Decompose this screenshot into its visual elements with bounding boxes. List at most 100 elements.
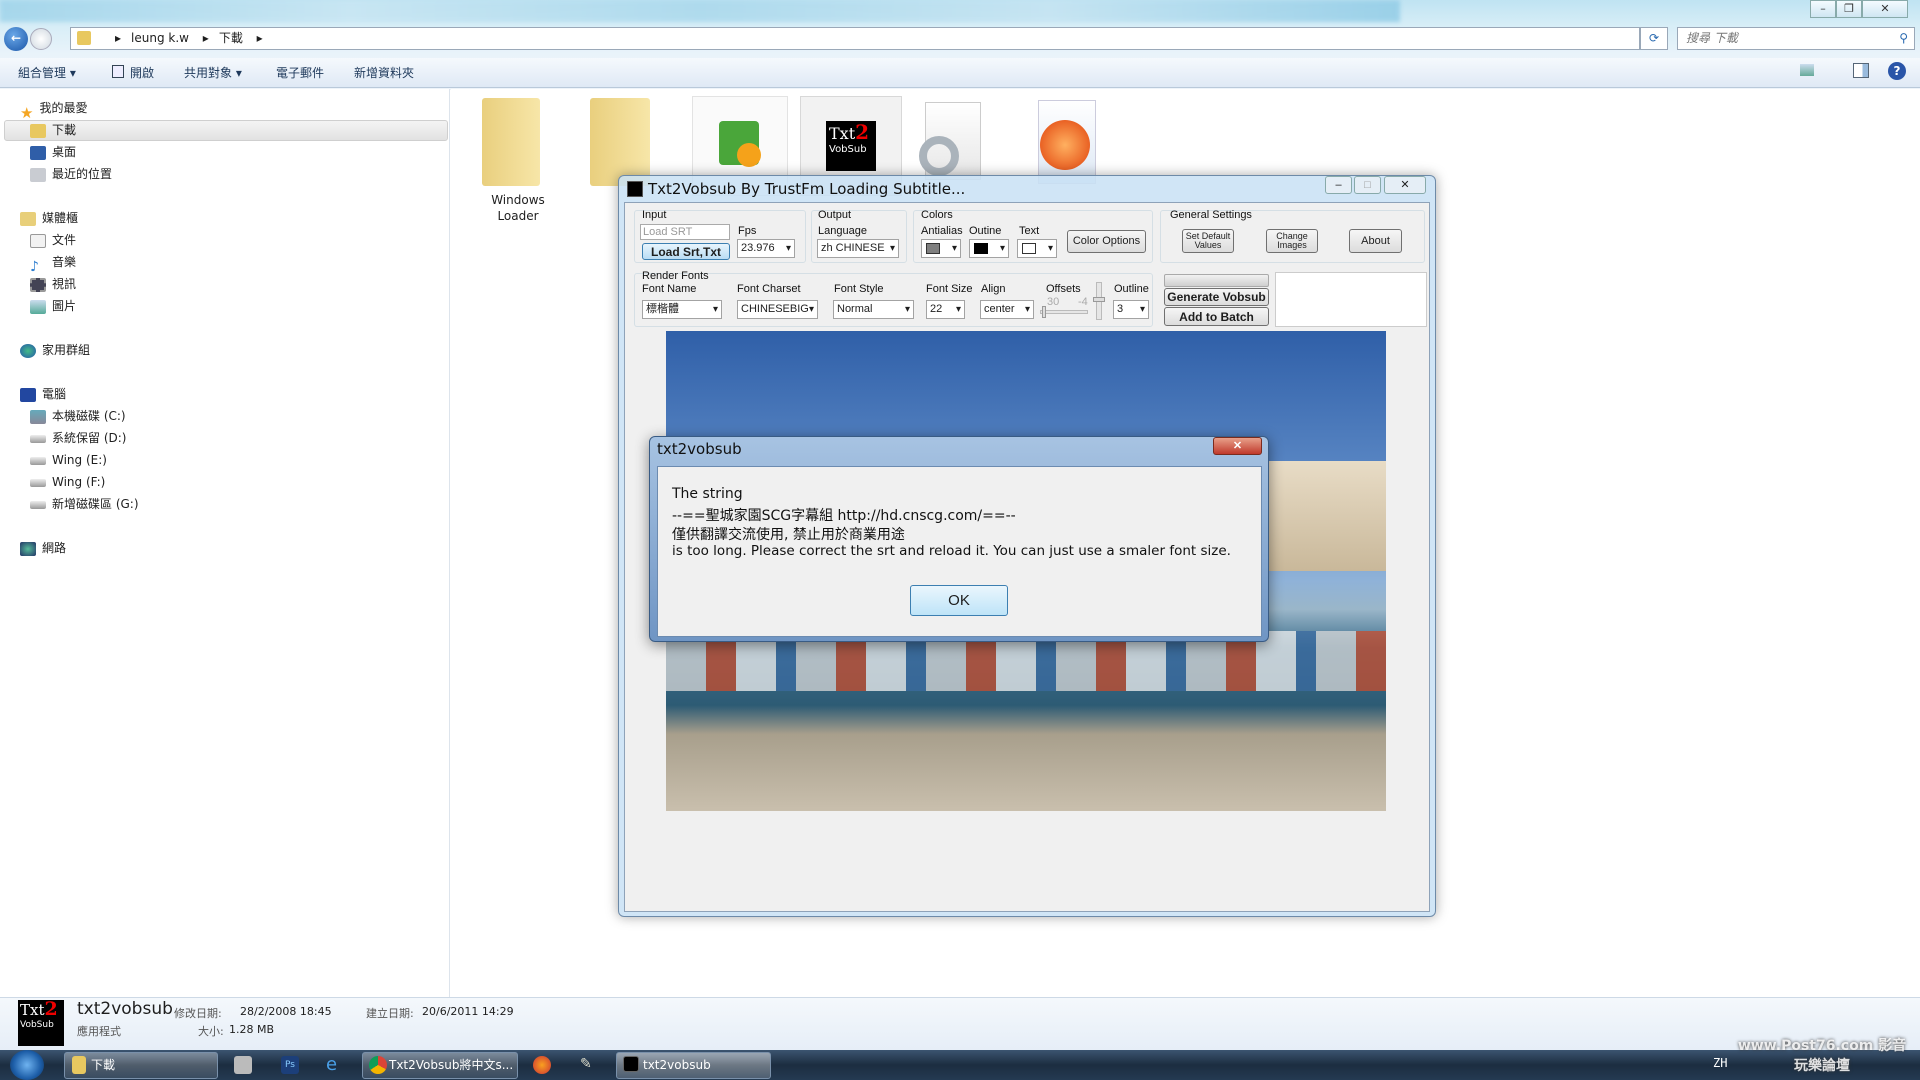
help-icon[interactable]: ? — [1888, 62, 1906, 80]
sidebar-drive-g[interactable]: 新增磁碟區 (G:) — [30, 493, 139, 515]
sidebar-drive-f[interactable]: Wing (F:) — [30, 471, 105, 493]
sidebar-item-desktop[interactable]: 桌面 — [30, 141, 76, 163]
label: 音樂 — [52, 255, 77, 269]
sidebar-drive-c[interactable]: 本機磁碟 (C:) — [30, 405, 126, 427]
restore-button[interactable]: ❐ — [1836, 0, 1862, 18]
label: 下載 — [52, 123, 77, 137]
sidebar-homegroup[interactable]: 家用群組 — [20, 339, 90, 361]
file-item-windows-loader[interactable] — [478, 96, 558, 196]
set-default-values-button[interactable]: Set Default Values — [1182, 229, 1234, 253]
txt2vobsub-logo-icon: Txt2 VobSub — [18, 1000, 64, 1046]
breadcrumb-downloads[interactable]: 下載 — [219, 31, 243, 45]
dialog-ok-button[interactable]: OK — [910, 585, 1008, 616]
offset-y-slider[interactable] — [1093, 282, 1105, 320]
sidebar-drive-d[interactable]: 系統保留 (D:) — [30, 427, 126, 449]
language-indicator[interactable]: ZH — [1713, 1056, 1727, 1070]
webcam-icon[interactable] — [234, 1056, 252, 1074]
photoshop-icon[interactable]: Ps — [281, 1056, 299, 1074]
generate-vobsub-button[interactable]: Generate Vobsub — [1164, 288, 1269, 306]
text-color-picker[interactable] — [1017, 239, 1057, 258]
label: 家用群組 — [42, 343, 91, 357]
antialias-swatch — [926, 243, 940, 254]
sidebar-item-pictures[interactable]: 圖片 — [30, 295, 76, 317]
app-icon — [627, 181, 643, 197]
breadcrumb-sep: ▸ — [115, 31, 122, 45]
outline-color-picker[interactable] — [969, 239, 1009, 258]
app-close-button[interactable]: ✕ — [1384, 176, 1426, 194]
organize-menu[interactable]: 組合管理 ▾ — [18, 64, 76, 81]
refresh-button[interactable]: ⟳ — [1640, 27, 1668, 50]
back-button[interactable]: ← — [4, 27, 28, 51]
load-srt-button[interactable]: Load Srt,Txt — [642, 243, 730, 260]
font-name-select[interactable]: 標楷體 — [642, 300, 722, 319]
internet-explorer-icon[interactable]: e — [326, 1056, 344, 1074]
outline-width-select[interactable]: 3 — [1113, 300, 1149, 319]
placeholder: Load SRT — [643, 226, 693, 238]
start-button[interactable] — [10, 1050, 44, 1080]
sidebar-libraries[interactable]: 媒體櫃 — [20, 207, 78, 229]
label: Wing (F:) — [52, 475, 106, 489]
close-button[interactable]: ✕ — [1862, 0, 1908, 18]
label: 視訊 — [52, 277, 77, 291]
open-button[interactable]: 開啟 — [130, 64, 154, 81]
firefox-icon[interactable] — [533, 1056, 551, 1074]
network-icon — [20, 541, 36, 556]
offset-x-slider[interactable] — [1040, 306, 1088, 318]
font-style-select[interactable]: Normal — [833, 300, 914, 319]
app-title: Txt2Vobsub By TrustFm Loading Subtitle..… — [648, 180, 966, 198]
taskbar-explorer[interactable]: 下載 — [64, 1052, 218, 1079]
change-images-button[interactable]: Change Images — [1266, 229, 1318, 253]
slider-thumb[interactable] — [1042, 306, 1046, 318]
align-select[interactable]: center — [980, 300, 1034, 319]
dialog-close-button[interactable]: ✕ — [1213, 437, 1262, 455]
share-menu[interactable]: 共用對象 ▾ — [184, 64, 242, 81]
label: 下載 — [91, 1058, 116, 1072]
label: 文件 — [52, 233, 77, 247]
folder-icon — [72, 1056, 86, 1074]
app-bird-icon[interactable]: ✎ — [580, 1056, 598, 1074]
dialog-message-line: --==聖城家園SCG字幕組 http://hd.cnscg.com/==-- — [672, 508, 1016, 524]
email-button[interactable]: 電子郵件 — [276, 64, 324, 81]
sidebar-item-recent[interactable]: 最近的位置 — [30, 163, 112, 185]
language-label: Language — [818, 225, 867, 237]
taskbar-txt2vobsub[interactable]: txt2vobsub — [616, 1052, 771, 1079]
details-type: 應用程式 — [77, 1025, 121, 1038]
view-icon[interactable] — [1800, 64, 1814, 76]
search-input[interactable]: 搜尋 下載 ⚲ — [1677, 27, 1915, 50]
new-folder-button[interactable]: 新增資料夾 — [354, 64, 414, 81]
color-options-button[interactable]: Color Options — [1067, 230, 1146, 253]
antialias-color-picker[interactable] — [921, 239, 961, 258]
drive-icon — [30, 500, 46, 509]
sidebar-item-documents[interactable]: 文件 — [30, 229, 76, 251]
about-button[interactable]: About — [1349, 229, 1402, 253]
chrome-icon — [369, 1056, 387, 1074]
minimize-button[interactable]: – — [1810, 0, 1836, 18]
preview-pane-icon[interactable] — [1853, 63, 1869, 78]
slider-thumb[interactable] — [1093, 297, 1105, 302]
language-select[interactable]: zh CHINESE — [817, 239, 899, 258]
font-style-label: Font Style — [834, 283, 884, 295]
sidebar-item-downloads[interactable]: 下載 — [30, 119, 76, 141]
app-maximize-button[interactable]: □ — [1354, 176, 1381, 194]
sidebar-favorites[interactable]: ★ 我的最愛 — [20, 97, 87, 122]
font-size-select[interactable]: 22 — [926, 300, 965, 319]
sidebar-drive-e[interactable]: Wing (E:) — [30, 449, 107, 471]
document-icon — [30, 233, 46, 248]
sidebar-item-music[interactable]: ♪ 音樂 — [30, 251, 77, 275]
sidebar-computer[interactable]: 電腦 — [20, 383, 66, 405]
label: 圖片 — [52, 299, 77, 313]
app-minimize-button[interactable]: – — [1325, 176, 1352, 194]
font-charset-select[interactable]: CHINESEBIG — [737, 300, 818, 319]
breadcrumb-user[interactable]: leung k.w — [131, 31, 189, 45]
fps-select[interactable]: 23.976 — [737, 239, 795, 258]
batch-list[interactable] — [1275, 272, 1427, 327]
sidebar-item-videos[interactable]: 視訊 — [30, 273, 76, 295]
bittorrent-icon — [1040, 120, 1090, 170]
srt-path-input[interactable]: Load SRT — [640, 224, 730, 240]
add-to-batch-button[interactable]: Add to Batch — [1164, 307, 1269, 326]
outline-width-label: Outline — [1114, 283, 1149, 295]
outline-swatch — [974, 243, 988, 254]
forward-button[interactable] — [30, 28, 52, 50]
address-bar[interactable]: ▸ leung k.w ▸ 下載 ▸ — [70, 27, 1640, 50]
sidebar-network[interactable]: 網路 — [20, 537, 66, 559]
